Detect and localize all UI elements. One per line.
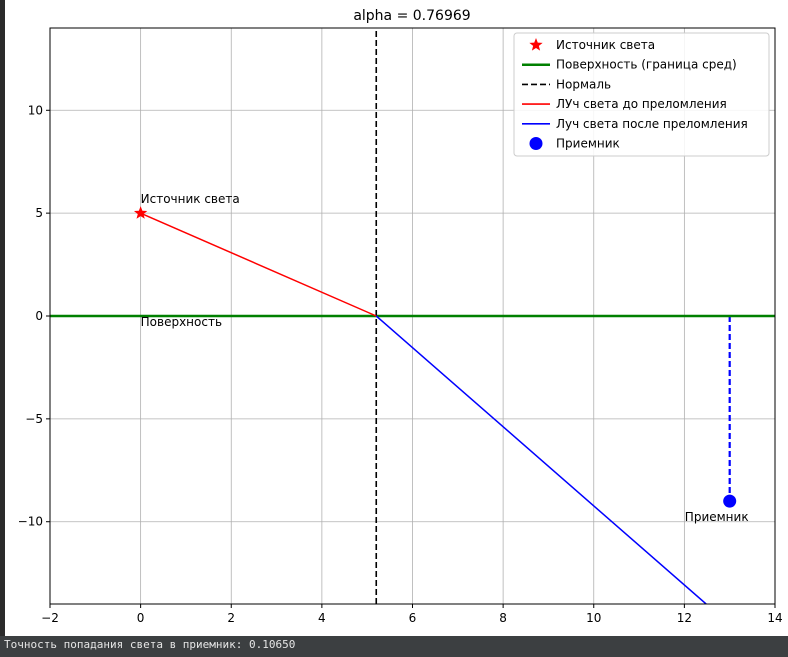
chart-title: alpha = 0.76969	[353, 8, 470, 24]
y-tick-label: −5	[25, 412, 43, 426]
legend-label: Источник света	[556, 38, 655, 52]
legend-label: ЛУч света до преломления	[556, 97, 727, 111]
x-tick-label: 8	[499, 611, 507, 625]
x-tick-label: 14	[767, 611, 782, 625]
legend: Источник света Поверхность (граница сред)…	[513, 32, 770, 157]
y-tick-label: −10	[18, 515, 43, 529]
annotation-label: Поверхность	[141, 315, 222, 329]
incident-ray-line	[140, 212, 377, 317]
x-tick-label: 10	[586, 611, 601, 625]
x-tick-label: 6	[409, 611, 417, 625]
annotation-label: Источник света	[141, 192, 240, 206]
annotations: Источник света Поверхность Приемник	[141, 192, 749, 524]
y-tick-label: 5	[35, 206, 43, 220]
receiver-marker	[723, 494, 737, 508]
x-tick-label: 12	[677, 611, 692, 625]
console-output: Точность попадания света в приемник: 0.1…	[0, 636, 788, 657]
x-tick-label: 2	[227, 611, 235, 625]
figure: alpha = 0.76969 −2 0 2 4 6 8 10 12 14 −10 −5 0 5 10 И…	[5, 0, 788, 636]
annotation-label: Приемник	[685, 510, 749, 524]
chart: alpha = 0.76969 −2 0 2 4 6 8 10 12 14 −10 −5 0 5 10 И…	[18, 8, 783, 625]
legend-circle-handle	[529, 137, 543, 150]
x-tick-label: −2	[41, 611, 59, 625]
refracted-ray-line	[375, 315, 707, 604]
legend-label: Приемник	[556, 137, 620, 151]
legend-label: Луч света после преломления	[556, 117, 748, 131]
legend-label: Поверхность (граница сред)	[556, 58, 737, 72]
y-tick-label: 0	[35, 309, 43, 323]
legend-label: Нормаль	[556, 77, 611, 91]
x-tick-label: 0	[137, 611, 145, 625]
ticks: −2 0 2 4 6 8 10 12 14 −10 −5 0 5 10	[18, 103, 783, 625]
x-tick-label: 4	[318, 611, 326, 625]
y-tick-label: 10	[28, 103, 43, 117]
